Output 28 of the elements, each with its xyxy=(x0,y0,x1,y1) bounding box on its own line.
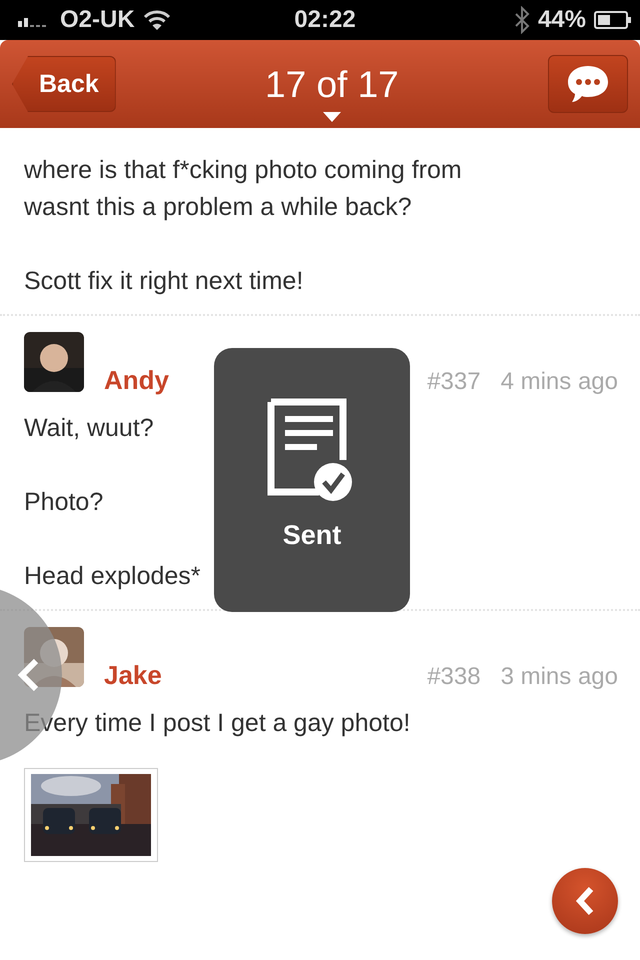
post-time: 4 mins ago xyxy=(500,368,618,396)
chevron-left-icon xyxy=(575,886,595,916)
comment-button[interactable] xyxy=(548,55,628,113)
photo-thumbnail[interactable] xyxy=(24,768,158,862)
back-button[interactable]: Back xyxy=(12,56,116,112)
bluetooth-icon xyxy=(514,6,530,34)
back-floating-button[interactable] xyxy=(552,868,618,934)
post-text: where is that f*cking photo coming from wasnt this a problem a while back? xyxy=(24,155,462,223)
post-text: Head explodes* xyxy=(24,561,201,592)
caret-icon[interactable] xyxy=(322,112,341,122)
chevron-left-icon xyxy=(16,658,40,692)
post-text: Scott fix it right next time! xyxy=(24,266,304,297)
author-name[interactable]: Andy xyxy=(104,365,169,396)
post-time: 3 mins ago xyxy=(500,663,618,691)
speech-bubble-icon xyxy=(566,64,610,104)
battery-percentage: 44% xyxy=(538,6,586,34)
toast-label: Sent xyxy=(282,520,342,551)
wifi-icon xyxy=(142,9,171,31)
author-name[interactable]: Jake xyxy=(104,660,162,691)
carrier-name: O2-UK xyxy=(60,6,135,34)
post-text: Every time I post I get a gay photo! xyxy=(24,708,410,739)
post-number: #337 xyxy=(427,368,481,396)
page-title[interactable]: 17 of 17 xyxy=(265,64,399,106)
battery-icon xyxy=(594,11,632,29)
post-number: #338 xyxy=(427,663,481,691)
clock: 02:22 xyxy=(294,6,356,34)
post-text: Wait, wuut? xyxy=(24,413,154,444)
post-text: Photo? xyxy=(24,487,104,518)
